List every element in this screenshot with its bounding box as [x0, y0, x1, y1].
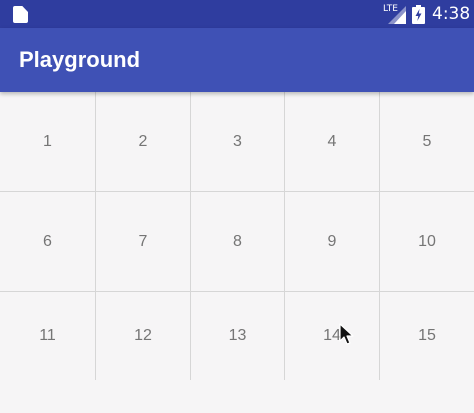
grid-cell[interactable]: 2 [96, 92, 190, 191]
grid-cell[interactable]: 12 [96, 292, 190, 380]
grid-cell[interactable]: 15 [380, 292, 474, 380]
grid-cell[interactable]: 3 [191, 92, 284, 191]
number-grid: 1 2 3 4 5 6 7 8 9 10 11 12 13 14 15 [0, 92, 474, 380]
app-bar: Playground [0, 28, 474, 92]
mouse-pointer-icon [339, 323, 354, 345]
grid-cell[interactable]: 11 [0, 292, 95, 380]
status-bar: LTE 4:38 [0, 0, 474, 28]
signal-icon [388, 6, 406, 24]
grid-cell[interactable]: 7 [96, 192, 190, 291]
sd-card-icon [13, 6, 28, 23]
grid-cell[interactable]: 9 [285, 192, 379, 291]
grid-cell[interactable]: 6 [0, 192, 95, 291]
app-title: Playground [19, 47, 141, 72]
grid-cell[interactable]: 14 [285, 292, 379, 380]
grid-cell[interactable]: 13 [191, 292, 284, 380]
grid-cell[interactable]: 5 [380, 92, 474, 191]
grid-cell[interactable]: 1 [0, 92, 95, 191]
grid-cell[interactable]: 10 [380, 192, 474, 291]
battery-charging-icon [412, 5, 425, 24]
clock-time: 4:38 [432, 4, 471, 24]
grid-cell[interactable]: 8 [191, 192, 284, 291]
grid-cell[interactable]: 4 [285, 92, 379, 191]
